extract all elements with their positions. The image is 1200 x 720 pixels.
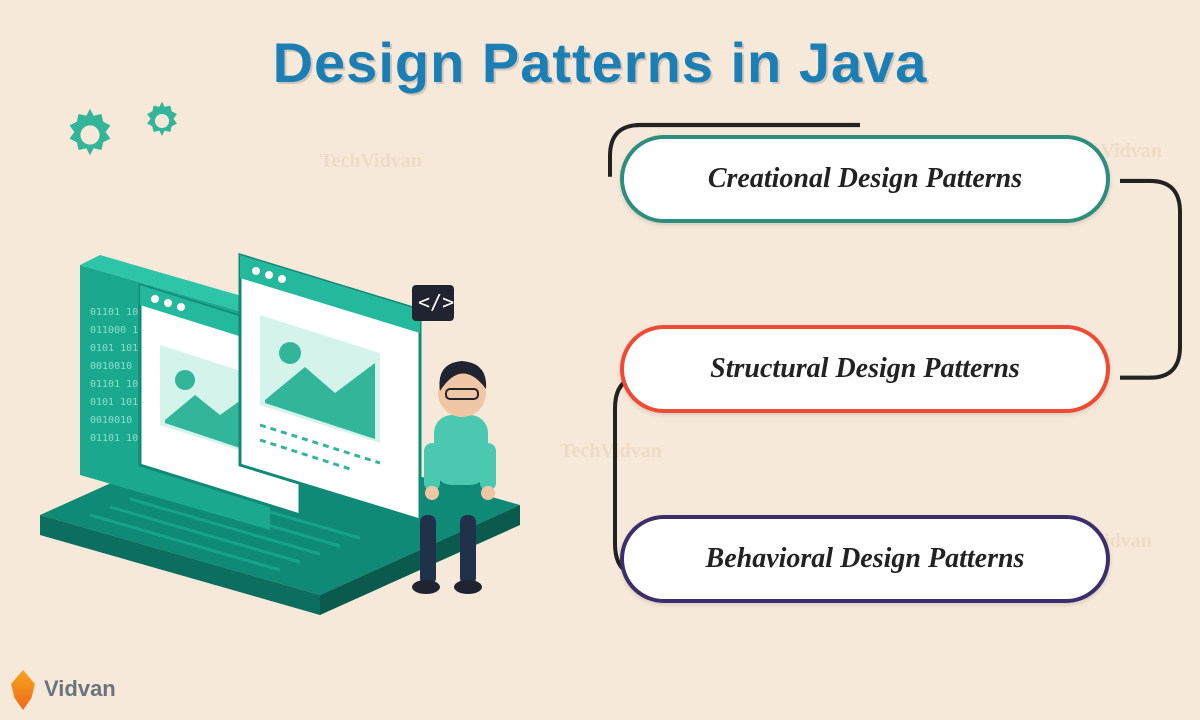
brand-logo: Vidvan xyxy=(6,670,116,710)
page-title: Design Patterns in Java xyxy=(0,0,1200,95)
svg-text:0010010 1: 0010010 1 xyxy=(90,361,144,372)
category-label: Structural Design Patterns xyxy=(710,353,1020,385)
categories-area: Creational Design Patterns Structural De… xyxy=(560,95,1200,705)
category-label: Creational Design Patterns xyxy=(708,163,1022,195)
content-row: 01101 1010 011000 10 0101 10110 0010010 … xyxy=(0,95,1200,705)
brand-text: Vidvan xyxy=(44,676,116,701)
flame-icon xyxy=(6,670,40,710)
category-label: Behavioral Design Patterns xyxy=(706,543,1025,575)
gear-icon xyxy=(60,105,120,165)
category-pill-creational: Creational Design Patterns xyxy=(620,135,1110,223)
gear-icon xyxy=(140,99,184,143)
illustration-area: 01101 1010 011000 10 0101 10110 0010010 … xyxy=(0,95,560,705)
svg-text:011000 10: 011000 10 xyxy=(90,325,144,336)
code-tag-icon: </> xyxy=(412,285,454,321)
svg-text:</>: </> xyxy=(418,290,454,314)
laptop-illustration: 01101 1010 011000 10 0101 10110 0010010 … xyxy=(20,215,540,635)
svg-text:0010010 1: 0010010 1 xyxy=(90,415,144,426)
category-pill-structural: Structural Design Patterns xyxy=(620,325,1110,413)
category-pill-behavioral: Behavioral Design Patterns xyxy=(620,515,1110,603)
